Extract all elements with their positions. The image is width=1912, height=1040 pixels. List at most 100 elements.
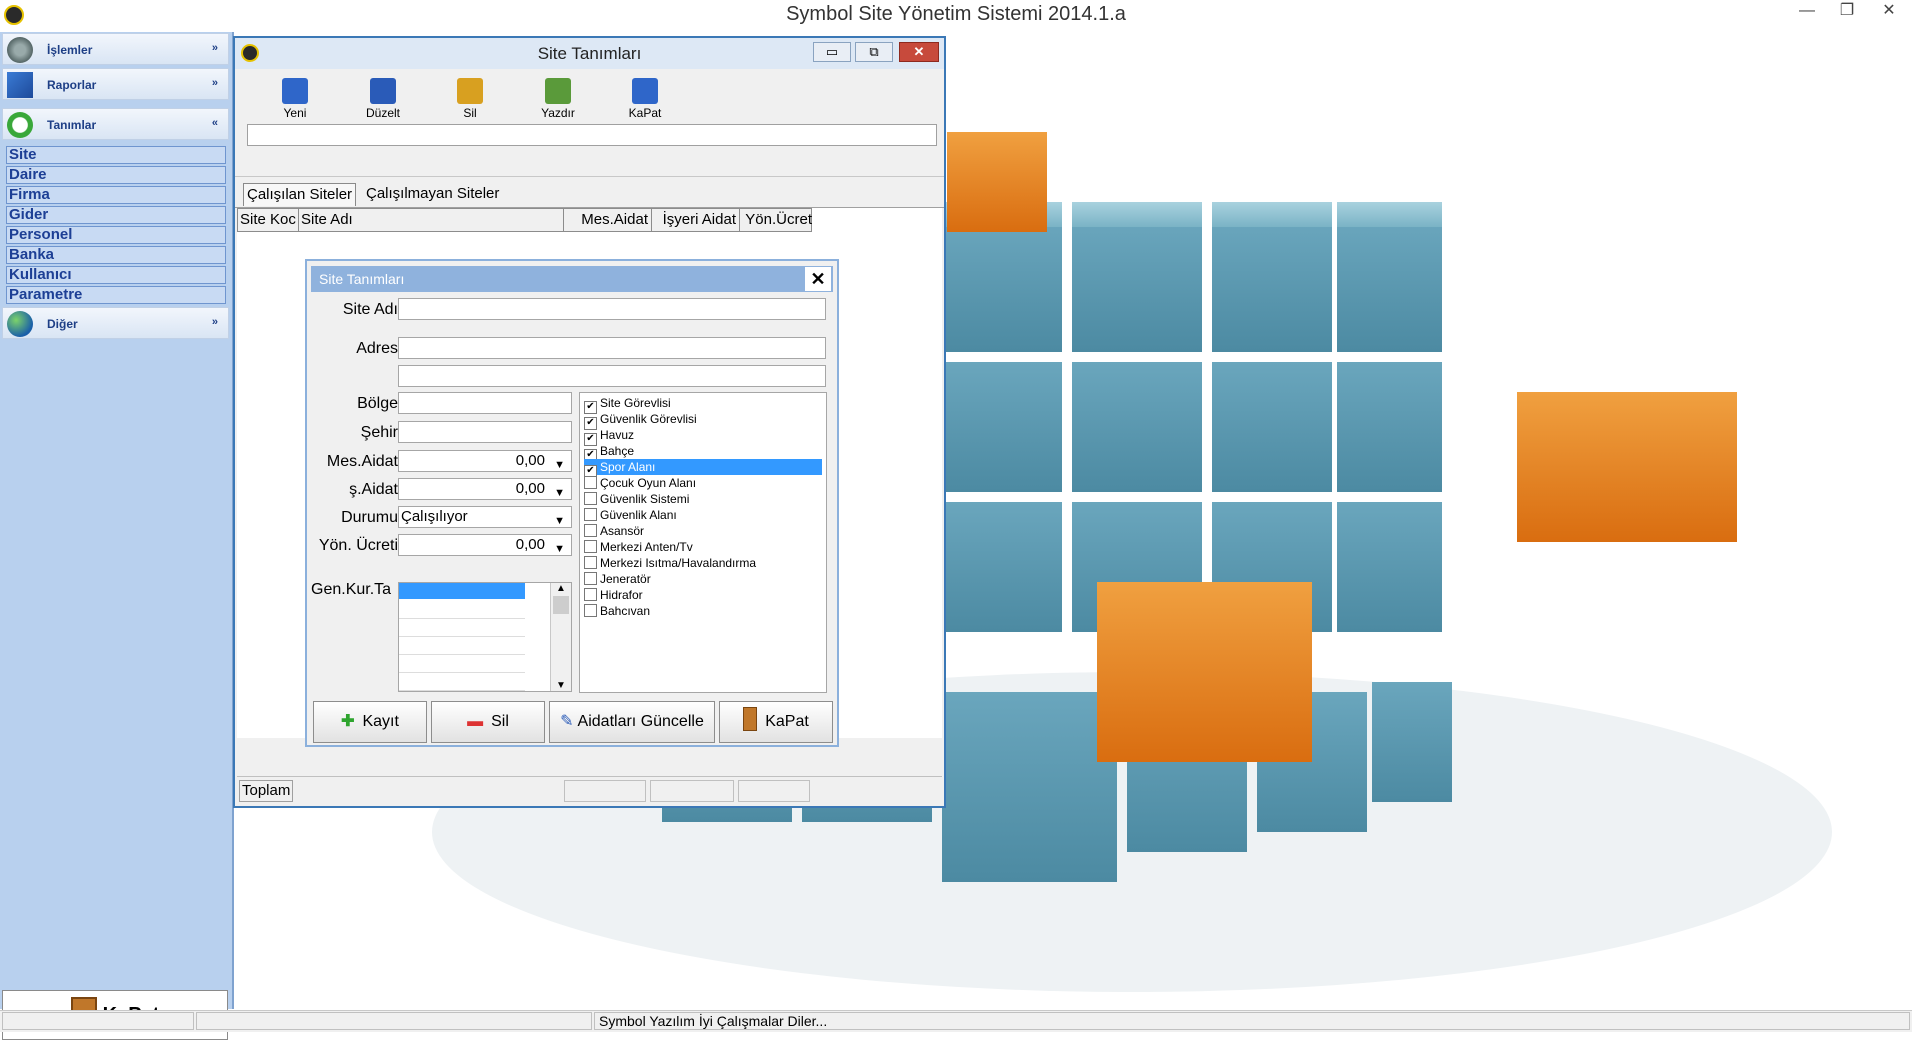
toolbar-duzelt-button[interactable]: Düzelt bbox=[353, 74, 413, 130]
feature-item[interactable]: Çocuk Oyun Alanı bbox=[584, 475, 696, 491]
feature-label: Spor Alanı bbox=[600, 460, 656, 474]
status-cell-1 bbox=[2, 1012, 194, 1030]
scroll-thumb[interactable] bbox=[553, 596, 569, 614]
gen-kur-list[interactable]: ▲ ▼ bbox=[398, 582, 572, 692]
adres-input-line2[interactable] bbox=[398, 365, 826, 387]
kayit-button[interactable]: ✚ Kayıt bbox=[313, 701, 427, 743]
feature-label: Havuz bbox=[600, 428, 635, 442]
window-maximize-button[interactable]: ⧉ bbox=[855, 42, 893, 62]
sehir-label: Şehir bbox=[360, 424, 398, 441]
scroll-up-icon[interactable]: ▲ bbox=[551, 583, 571, 594]
sidebar-item-banka[interactable]: Banka bbox=[6, 246, 226, 264]
gen-kur-row-selected[interactable] bbox=[399, 583, 525, 599]
feature-checkbox[interactable] bbox=[584, 604, 597, 617]
feature-checkbox[interactable] bbox=[584, 588, 597, 601]
status-message: Symbol Yazılım İyi Çalışmalar Diler... bbox=[594, 1012, 1910, 1030]
mes-aidat-input[interactable]: 0,00 ▼ bbox=[398, 450, 572, 472]
yon-ucreti-input[interactable]: 0,00 ▼ bbox=[398, 534, 572, 556]
dropdown-arrow-icon[interactable]: ▼ bbox=[554, 539, 565, 559]
gen-kur-row[interactable] bbox=[399, 673, 525, 691]
sidebar-item-personel[interactable]: Personel bbox=[6, 226, 226, 244]
sidebar-item-kullanici[interactable]: Kullanıcı bbox=[6, 266, 226, 284]
feature-item[interactable]: Hidrafor bbox=[584, 587, 643, 603]
durumu-select[interactable]: Çalışılıyor ▼ bbox=[398, 506, 572, 528]
site-adi-input[interactable] bbox=[398, 298, 826, 320]
durumu-label: Durumu bbox=[341, 509, 398, 526]
feature-checkbox[interactable] bbox=[584, 492, 597, 505]
minimize-button[interactable]: — bbox=[1790, 0, 1824, 24]
feature-label: Çocuk Oyun Alanı bbox=[600, 476, 697, 490]
sidebar-item-parametre[interactable]: Parametre bbox=[6, 286, 226, 304]
feature-item[interactable]: Merkezi Isıtma/Havalandırma bbox=[584, 555, 756, 571]
column-header-isyeri-aidat[interactable]: İşyeri Aidat bbox=[651, 209, 738, 231]
feature-item[interactable]: Güvenlik Sistemi bbox=[584, 491, 689, 507]
scrollbar[interactable]: ▲ ▼ bbox=[550, 583, 571, 691]
sidebar-group-diger[interactable]: Diğer » bbox=[2, 307, 229, 339]
feature-checkbox[interactable] bbox=[584, 540, 597, 553]
gen-kur-row[interactable] bbox=[399, 655, 525, 673]
feature-checkbox[interactable] bbox=[584, 476, 597, 489]
feature-item[interactable]: Bahcıvan bbox=[584, 603, 650, 619]
window-close-button[interactable]: ✕ bbox=[899, 42, 939, 62]
footer-total-mes-aidat bbox=[564, 780, 646, 802]
feature-item[interactable]: ✔ Site Görevlisi bbox=[584, 395, 671, 414]
scroll-down-icon[interactable]: ▼ bbox=[551, 680, 571, 691]
sidebar-item-site[interactable]: Site bbox=[6, 146, 226, 164]
dialog-close-button[interactable]: ✕ bbox=[805, 267, 831, 291]
toolbar-sil-button[interactable]: Sil bbox=[440, 74, 500, 130]
close-button[interactable]: ✕ bbox=[1872, 0, 1906, 24]
column-header-site-adi[interactable]: Site Adı bbox=[298, 209, 561, 231]
toolbar-yazdir-button[interactable]: Yazdır bbox=[528, 74, 588, 130]
aidatlari-guncelle-button[interactable]: ✎ Aidatları Güncelle bbox=[549, 701, 715, 743]
grid-footer: Toplam bbox=[237, 776, 942, 805]
feature-item[interactable]: Jeneratör bbox=[584, 571, 651, 587]
gen-kur-row[interactable] bbox=[399, 637, 525, 655]
dropdown-arrow-icon[interactable]: ▼ bbox=[554, 455, 565, 475]
column-header-mes-aidat[interactable]: Mes.Aidat bbox=[563, 209, 650, 231]
column-header-yon-ucret[interactable]: Yön.Ücret bbox=[739, 209, 814, 231]
sidebar-group-raporlar[interactable]: Raporlar » bbox=[2, 68, 229, 100]
feature-item[interactable]: Merkezi Anten/Tv bbox=[584, 539, 693, 555]
adres-input-line1[interactable] bbox=[398, 337, 826, 359]
tab-calisilmayan-siteler[interactable]: Çalışılmayan Siteler bbox=[363, 183, 502, 205]
window-minimize-button[interactable]: ▭ bbox=[813, 42, 851, 62]
feature-checkbox[interactable] bbox=[584, 524, 597, 537]
feature-item[interactable]: Güvenlik Alanı bbox=[584, 507, 677, 523]
toolbar-kapat-button[interactable]: KaPat bbox=[615, 74, 675, 130]
sidebar-item-firma[interactable]: Firma bbox=[6, 186, 226, 204]
feature-checkbox[interactable] bbox=[584, 508, 597, 521]
maximize-button[interactable]: ❐ bbox=[1830, 0, 1864, 24]
sehir-input[interactable] bbox=[398, 421, 572, 443]
gen-kur-row[interactable] bbox=[399, 601, 525, 619]
feature-checkbox[interactable] bbox=[584, 556, 597, 569]
feature-label: Site Görevlisi bbox=[600, 396, 671, 410]
gen-kur-row[interactable] bbox=[399, 619, 525, 637]
sidebar-item-gider[interactable]: Gider bbox=[6, 206, 226, 224]
feature-item[interactable]: ✔ Havuz bbox=[584, 427, 635, 446]
feature-item[interactable]: ✔ Spor Alanı bbox=[584, 459, 822, 478]
feature-item[interactable]: ✔ Bahçe bbox=[584, 443, 634, 462]
tab-calisilan-siteler[interactable]: Çalışılan Siteler bbox=[243, 183, 357, 206]
is-aidat-input[interactable]: 0,00 ▼ bbox=[398, 478, 572, 500]
search-input[interactable] bbox=[247, 124, 937, 146]
dialog-kapat-button[interactable]: KaPat bbox=[719, 701, 833, 743]
sidebar-group-tanimlar[interactable]: Tanımlar « bbox=[2, 108, 229, 140]
footer-total-label: Toplam bbox=[239, 780, 293, 802]
feature-item[interactable]: Asansör bbox=[584, 523, 644, 539]
features-checklist[interactable]: ✔ Site Görevlisi ✔ Güvenlik Görevlisi ✔ Havuz… bbox=[579, 392, 827, 693]
chevron-down-icon: » bbox=[211, 316, 218, 328]
sidebar-item-daire[interactable]: Daire bbox=[6, 166, 226, 184]
dropdown-arrow-icon[interactable]: ▼ bbox=[554, 483, 565, 503]
feature-item[interactable]: ✔ Güvenlik Görevlisi bbox=[584, 411, 697, 430]
feature-checkbox[interactable] bbox=[584, 572, 597, 585]
window-titlebar: Site Tanımları ▭ ⧉ ✕ bbox=[235, 38, 944, 69]
bolge-label: Bölge bbox=[357, 395, 398, 412]
toolbar-yeni-button[interactable]: Yeni bbox=[265, 74, 325, 130]
bolge-input[interactable] bbox=[398, 392, 572, 414]
is-aidat-label: ş.Aidat bbox=[349, 481, 398, 498]
column-header-site-kod[interactable]: Site Koc bbox=[240, 209, 296, 231]
dropdown-arrow-icon[interactable]: ▼ bbox=[554, 511, 565, 531]
sidebar-group-islemler[interactable]: İşlemler » bbox=[2, 33, 229, 65]
feature-label: Merkezi Anten/Tv bbox=[600, 540, 693, 554]
sil-button[interactable]: ▬ Sil bbox=[431, 701, 545, 743]
